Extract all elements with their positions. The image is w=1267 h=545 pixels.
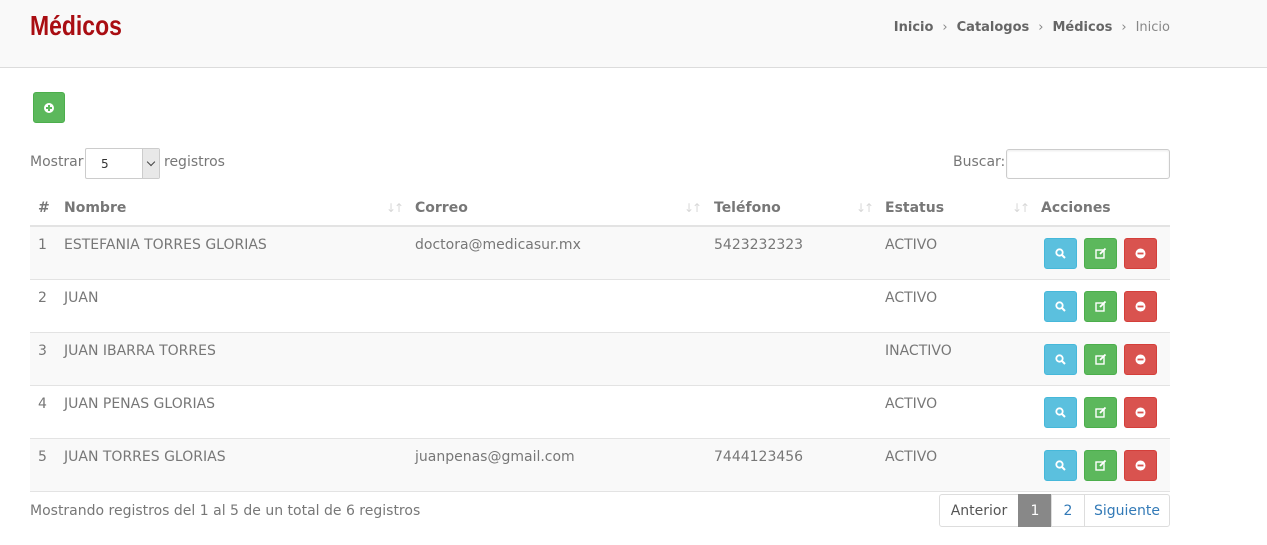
view-button[interactable] (1044, 344, 1077, 375)
sort-icon[interactable]: ↓↑ (856, 201, 874, 215)
cell-num: 1 (38, 237, 47, 253)
breadcrumb-separator: › (1038, 20, 1044, 35)
edit-button[interactable] (1084, 397, 1117, 428)
cell-telefono: 5423232323 (714, 237, 804, 253)
edit-icon (1094, 460, 1107, 471)
delete-button[interactable] (1124, 238, 1157, 269)
table-header: # Nombre ↓↑ Correo ↓↑ Teléfono ↓↑ Estatu… (30, 189, 1170, 227)
pagination-previous[interactable]: Anterior (939, 494, 1019, 527)
cell-estatus: ACTIVO (885, 237, 938, 253)
search-input[interactable] (1006, 149, 1170, 179)
table-row: 2 JUAN ACTIVO (30, 280, 1170, 333)
breadcrumb-catalogos[interactable]: Catalogos (957, 20, 1030, 35)
pagination-next[interactable]: Siguiente (1084, 494, 1170, 527)
row-actions (1044, 238, 1157, 269)
search-icon (1055, 248, 1066, 259)
search-icon (1055, 460, 1066, 471)
breadcrumb-current: Inicio (1135, 20, 1170, 35)
cell-nombre: JUAN IBARRA TORRES (64, 343, 216, 359)
delete-button[interactable] (1124, 344, 1157, 375)
table-row: 3 JUAN IBARRA TORRES INACTIVO (30, 333, 1170, 386)
cell-correo: juanpenas@gmail.com (415, 449, 575, 465)
delete-button[interactable] (1124, 291, 1157, 322)
breadcrumb: Inicio › Catalogos › Médicos › Inicio (894, 20, 1170, 35)
column-header-telefono[interactable]: Teléfono (714, 200, 781, 216)
minus-circle-icon (1135, 460, 1146, 471)
edit-icon (1094, 407, 1107, 418)
search-label: Buscar: (953, 154, 1006, 170)
minus-circle-icon (1135, 301, 1146, 312)
chevron-down-icon (142, 149, 159, 178)
sort-icon[interactable]: ↓↑ (386, 201, 404, 215)
edit-icon (1094, 248, 1107, 259)
cell-num: 4 (38, 396, 47, 412)
view-button[interactable] (1044, 238, 1077, 269)
page-length-value: 5 (101, 157, 109, 171)
column-header-estatus[interactable]: Estatus (885, 200, 944, 216)
view-button[interactable] (1044, 291, 1077, 322)
breadcrumb-medicos[interactable]: Médicos (1053, 20, 1113, 35)
minus-circle-icon (1135, 248, 1146, 259)
table-row: 1 ESTEFANIA TORRES GLORIAS doctora@medicas… (30, 227, 1170, 280)
cell-estatus: ACTIVO (885, 449, 938, 465)
edit-icon (1094, 354, 1107, 365)
pagination-page-1[interactable]: 1 (1018, 494, 1052, 527)
breadcrumb-separator: › (942, 20, 948, 35)
table-row: 4 JUAN PENAS GLORIAS ACTIVO (30, 386, 1170, 439)
delete-button[interactable] (1124, 397, 1157, 428)
search-icon (1055, 301, 1066, 312)
cell-num: 5 (38, 449, 47, 465)
sort-icon[interactable]: ↓↑ (1012, 201, 1030, 215)
add-medico-button[interactable] (33, 92, 65, 123)
column-header-correo[interactable]: Correo (415, 200, 468, 216)
row-actions (1044, 397, 1157, 428)
table-row: 5 JUAN TORRES GLORIAS juanpenas@gmail.com 7… (30, 439, 1170, 492)
plus-circle-icon (44, 102, 54, 113)
cell-num: 2 (38, 290, 47, 306)
edit-button[interactable] (1084, 450, 1117, 481)
cell-telefono: 7444123456 (714, 449, 804, 465)
view-button[interactable] (1044, 397, 1077, 428)
column-header-nombre[interactable]: Nombre (64, 200, 126, 216)
sort-icon[interactable]: ↓↑ (684, 201, 702, 215)
table-info: Mostrando registros del 1 al 5 de un tot… (30, 503, 421, 519)
cell-estatus: INACTIVO (885, 343, 952, 359)
edit-button[interactable] (1084, 238, 1117, 269)
cell-estatus: ACTIVO (885, 290, 938, 306)
page-header: Médicos Inicio › Catalogos › Médicos › I… (0, 0, 1267, 68)
page-title: Médicos (30, 10, 122, 41)
row-actions (1044, 291, 1157, 322)
view-button[interactable] (1044, 450, 1077, 481)
column-header-acciones: Acciones (1041, 200, 1111, 216)
cell-nombre: ESTEFANIA TORRES GLORIAS (64, 237, 267, 253)
length-prefix-label: Mostrar (30, 154, 84, 170)
edit-button[interactable] (1084, 344, 1117, 375)
cell-nombre: JUAN (64, 290, 99, 306)
pagination: Anterior 1 2 Siguiente (939, 494, 1170, 527)
cell-nombre: JUAN PENAS GLORIAS (64, 396, 216, 412)
breadcrumb-inicio[interactable]: Inicio (894, 20, 934, 35)
pagination-page-2[interactable]: 2 (1051, 494, 1085, 527)
cell-nombre: JUAN TORRES GLORIAS (64, 449, 226, 465)
search-icon (1055, 407, 1066, 418)
page-length-select[interactable]: 5 (85, 148, 160, 179)
cell-num: 3 (38, 343, 47, 359)
medicos-table: # Nombre ↓↑ Correo ↓↑ Teléfono ↓↑ Estatu… (30, 189, 1170, 492)
cell-estatus: ACTIVO (885, 396, 938, 412)
minus-circle-icon (1135, 407, 1146, 418)
minus-circle-icon (1135, 354, 1146, 365)
table-body: 1 ESTEFANIA TORRES GLORIAS doctora@medicas… (30, 227, 1170, 492)
cell-correo: doctora@medicasur.mx (415, 237, 581, 253)
row-actions (1044, 450, 1157, 481)
edit-button[interactable] (1084, 291, 1117, 322)
length-suffix-label: registros (164, 154, 225, 170)
row-actions (1044, 344, 1157, 375)
breadcrumb-separator: › (1121, 20, 1127, 35)
delete-button[interactable] (1124, 450, 1157, 481)
column-header-num: # (38, 200, 50, 216)
edit-icon (1094, 301, 1107, 312)
search-icon (1055, 354, 1066, 365)
